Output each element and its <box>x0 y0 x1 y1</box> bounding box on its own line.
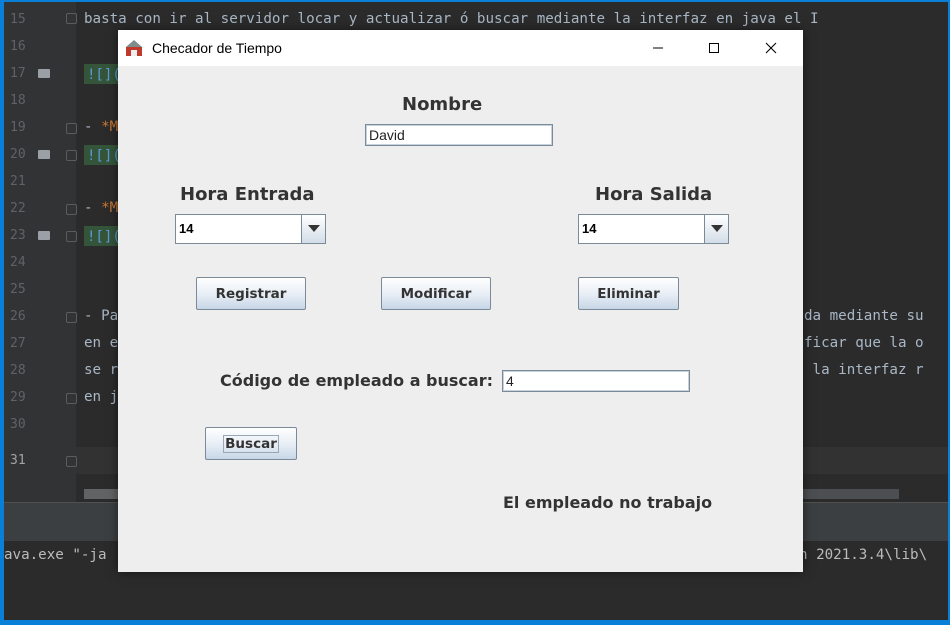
line-number: 18 <box>10 93 26 108</box>
scrollbar-thumb[interactable] <box>84 489 120 499</box>
line-number: 16 <box>10 39 26 54</box>
maximize-icon <box>709 43 719 53</box>
close-icon <box>765 42 777 54</box>
console-output: ava.exe "-ja <box>4 547 107 563</box>
eliminar-button[interactable]: Eliminar <box>578 277 679 310</box>
code-line[interactable]: - *M <box>84 195 118 222</box>
maximize-button[interactable] <box>691 30 737 66</box>
fold-marker-icon[interactable] <box>66 204 77 215</box>
dropdown-arrow-icon[interactable] <box>704 215 728 243</box>
fold-marker-icon[interactable] <box>66 13 77 24</box>
fold-marker-icon[interactable] <box>66 123 77 134</box>
code-line[interactable]: la interfaz r <box>804 357 924 384</box>
line-number: 25 <box>10 282 26 297</box>
code-line[interactable]: ficar que la o <box>804 330 924 357</box>
code-line[interactable]: - *M <box>84 114 118 141</box>
line-number: 23 <box>10 228 26 243</box>
markdown-image-link[interactable]: ![]( <box>84 226 122 246</box>
markdown-image-link[interactable]: ![]( <box>84 145 122 165</box>
line-number: 27 <box>10 336 26 351</box>
hora-entrada-combo[interactable]: 14 <box>175 214 326 244</box>
line-number: 31 <box>10 453 26 468</box>
line-number: 21 <box>10 174 26 189</box>
code-line[interactable]: - Pa <box>84 303 118 330</box>
codigo-label: Código de empleado a buscar: <box>220 371 493 390</box>
console-output: n 2021.3.4\lib\ <box>799 547 928 563</box>
nombre-label: Nombre <box>402 94 483 115</box>
code-line[interactable]: basta con ir al servidor locar y actuali… <box>84 6 819 33</box>
line-number: 26 <box>10 309 26 324</box>
nombre-field[interactable] <box>365 124 553 146</box>
line-number: 22 <box>10 201 26 216</box>
image-preview-icon[interactable] <box>38 150 50 159</box>
line-number: 30 <box>10 417 26 432</box>
fold-marker-icon[interactable] <box>66 231 77 242</box>
fold-marker-icon[interactable] <box>66 456 77 467</box>
close-button[interactable] <box>748 30 794 66</box>
minimize-button[interactable] <box>635 30 681 66</box>
hora-salida-label: Hora Salida <box>595 184 713 205</box>
line-number: 17 <box>10 66 26 81</box>
code-line[interactable]: en j <box>84 384 118 411</box>
line-number: 29 <box>10 390 26 405</box>
java-app-icon <box>126 40 142 56</box>
line-number: 28 <box>10 363 26 378</box>
fold-marker-icon[interactable] <box>66 150 77 161</box>
hora-entrada-label: Hora Entrada <box>180 184 315 205</box>
image-preview-icon[interactable] <box>38 69 50 78</box>
status-message: El empleado no trabajo <box>503 493 713 512</box>
line-number: 15 <box>10 12 26 27</box>
markdown-image-link[interactable]: ![]( <box>84 64 122 84</box>
fold-marker-icon[interactable] <box>66 312 77 323</box>
line-number: 24 <box>10 255 26 270</box>
line-number: 19 <box>10 120 26 135</box>
image-preview-icon[interactable] <box>38 231 50 240</box>
hora-entrada-value: 14 <box>179 221 194 236</box>
line-number: 20 <box>10 147 26 162</box>
fold-marker-icon[interactable] <box>66 393 77 404</box>
code-line[interactable]: en e <box>84 330 118 357</box>
hora-salida-combo[interactable]: 14 <box>578 214 729 244</box>
modificar-button[interactable]: Modificar <box>381 277 491 310</box>
code-line[interactable]: da mediante su <box>804 303 924 330</box>
codigo-empleado-field[interactable] <box>502 370 690 392</box>
window-title: Checador de Tiempo <box>152 40 282 56</box>
buscar-button[interactable]: Buscar <box>205 427 297 460</box>
checador-dialog: Checador de Tiempo Nombre Hora Entrada 1… <box>118 30 803 572</box>
dropdown-arrow-icon[interactable] <box>301 215 325 243</box>
registrar-button[interactable]: Registrar <box>196 277 306 310</box>
window-titlebar[interactable]: Checador de Tiempo <box>118 30 803 66</box>
minimize-icon <box>653 47 663 49</box>
hora-salida-value: 14 <box>582 221 597 236</box>
code-line[interactable]: se r <box>84 357 118 384</box>
